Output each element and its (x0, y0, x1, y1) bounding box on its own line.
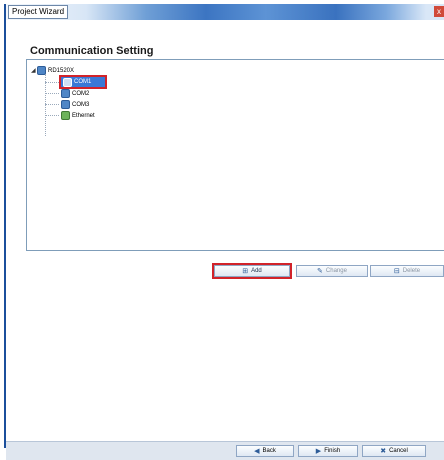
finish-label: Finish (324, 448, 341, 454)
add-button[interactable]: ⊞ Add (212, 263, 292, 279)
tree-root-label: RD1520X (48, 67, 75, 74)
change-button[interactable]: ✎ Change (296, 265, 368, 277)
tree-root[interactable]: ◢ RD1520X (31, 66, 74, 75)
title-bar[interactable]: Project Wizard x (6, 4, 444, 20)
add-label: Add (251, 268, 262, 274)
cancel-label: Cancel (389, 448, 408, 454)
device-tree[interactable]: ◢ RD1520X COM1 COM2 COM3 Ethernet (26, 59, 444, 251)
window-title: Project Wizard (8, 5, 69, 19)
tree-item-com3[interactable]: COM3 (61, 100, 89, 109)
back-arrow-icon: ◀ (254, 448, 260, 455)
network-icon (61, 111, 70, 120)
tree-connector (45, 104, 59, 105)
port-icon (61, 89, 70, 98)
back-button[interactable]: ◀ Back (236, 445, 294, 457)
wizard-content: Communication Setting ◢ RD1520X COM1 COM… (6, 20, 444, 460)
tree-item-label: Ethernet (72, 112, 95, 119)
edit-icon: ✎ (317, 268, 323, 275)
tree-item-ethernet[interactable]: Ethernet (61, 111, 95, 120)
add-icon: ⊞ (242, 268, 249, 275)
tree-item-label: COM3 (72, 101, 90, 108)
tree-item-label: COM2 (72, 90, 90, 97)
port-icon (61, 100, 70, 109)
finish-arrow-icon: ▶ (315, 448, 322, 455)
cancel-button[interactable]: ✖ Cancel (362, 445, 426, 457)
project-wizard-window: Project Wizard x Communication Setting ◢… (4, 4, 444, 460)
tree-connector (45, 93, 59, 94)
port-icon (63, 77, 72, 87)
tree-connector (45, 74, 46, 136)
delete-button[interactable]: ⊟ Delete (370, 265, 444, 277)
change-label: Change (325, 268, 347, 274)
close-icon[interactable]: x (434, 6, 444, 17)
tree-item-label: COM1 (74, 79, 92, 85)
tree-connector (45, 115, 59, 116)
delete-icon: ⊟ (393, 268, 400, 275)
section-title: Communication Setting (30, 45, 154, 57)
wizard-footer: ◀ Back ▶ Finish ✖ Cancel (6, 441, 444, 460)
tree-connector (45, 82, 59, 83)
delete-label: Delete (402, 268, 421, 274)
finish-button[interactable]: ▶ Finish (298, 445, 358, 457)
tree-item-com1[interactable]: COM1 (59, 75, 107, 89)
tree-item-com2[interactable]: COM2 (61, 89, 89, 98)
cancel-icon: ✖ (380, 448, 387, 455)
back-label: Back (262, 448, 276, 454)
